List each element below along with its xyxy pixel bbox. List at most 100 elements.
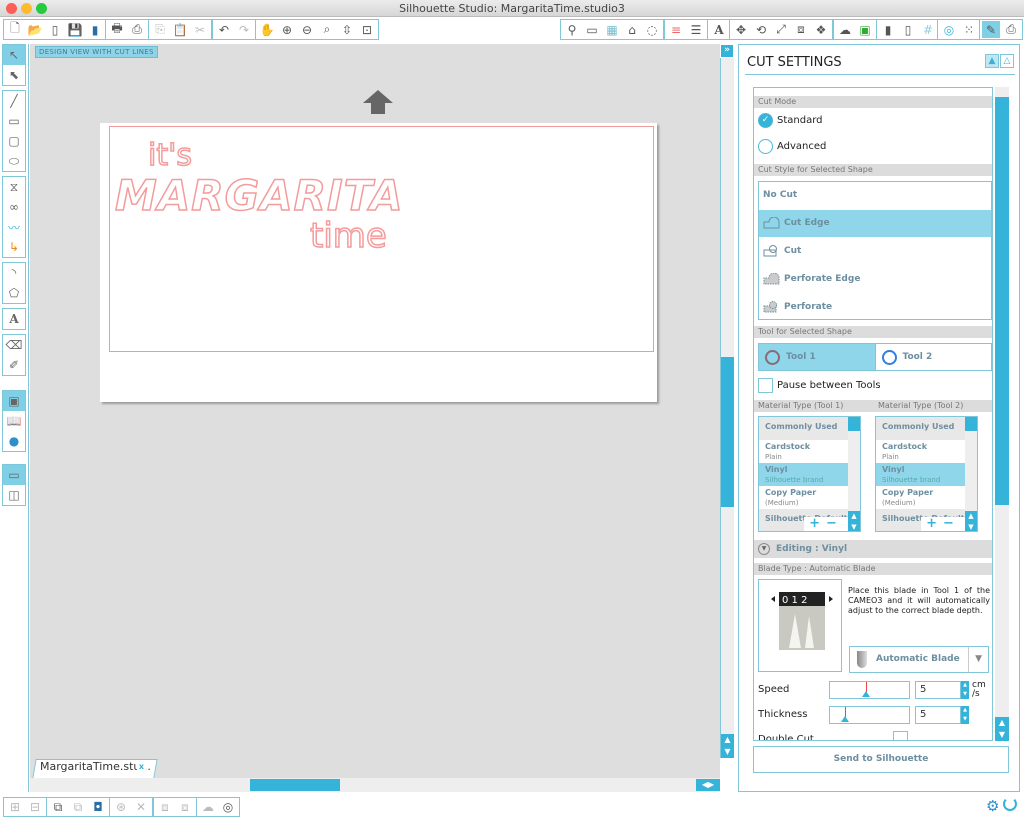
line-weight-icon[interactable]: ☰ xyxy=(687,21,705,38)
cutting-mat-page[interactable]: it's MARGARITA time xyxy=(100,123,657,402)
offset-shape-icon[interactable]: ☁ xyxy=(199,799,217,816)
ungroup-icon[interactable]: ⊟ xyxy=(26,799,44,816)
cut-style-no-cut[interactable]: No Cut xyxy=(759,182,991,209)
panel-scrollbar[interactable]: ▲ ▼ xyxy=(995,87,1009,741)
editing-section-header[interactable]: ▼ Editing : Vinyl xyxy=(754,540,992,558)
cut-style-perforate-edge[interactable]: Perforate Edge xyxy=(759,266,991,293)
modify-icon[interactable]: ▮ xyxy=(879,21,897,38)
material-scroll-arrows-icon[interactable]: ▲ ▼ xyxy=(848,511,860,531)
send-to-cutter-icon[interactable]: ⎙ xyxy=(128,21,146,38)
material-cardstock[interactable]: Cardstock Plain xyxy=(876,440,977,463)
add-material-icon[interactable]: + xyxy=(809,516,826,531)
gear-icon[interactable]: ⚙ xyxy=(986,797,999,815)
text-style-icon[interactable]: A xyxy=(710,21,728,38)
delete-icon[interactable]: ✕ xyxy=(132,799,150,816)
freehand-tool-icon[interactable]: 〰 xyxy=(3,217,25,237)
offset-icon[interactable]: ☁ xyxy=(836,21,854,38)
select-tool-icon[interactable]: ↖ xyxy=(3,45,25,65)
canvas-vertical-scrollbar[interactable]: ▲ ▼ xyxy=(720,58,734,758)
canvas-hscroll-thumb[interactable] xyxy=(250,779,340,791)
scroll-down-icon[interactable]: ▼ xyxy=(721,746,734,758)
smooth-freehand-tool-icon[interactable]: ↳ xyxy=(3,237,25,257)
page-settings-icon[interactable]: ▭ xyxy=(583,21,601,38)
design-view-icon[interactable]: ▣ xyxy=(3,391,25,411)
document-tab-label[interactable]: MargaritaTime.stu... xyxy=(40,760,151,773)
transform-icon[interactable]: ✥ xyxy=(732,21,750,38)
make-compound-path-icon[interactable]: ⧉ xyxy=(49,799,67,816)
scroll-left-right-icon[interactable]: ◀▶ xyxy=(696,779,720,791)
zoom-in-icon[interactable]: ⊕ xyxy=(278,21,296,38)
zoom-out-icon[interactable]: ⊖ xyxy=(298,21,316,38)
remove-material-icon[interactable]: − xyxy=(826,516,843,531)
panel-scroll-up-icon[interactable]: ▲ xyxy=(995,717,1009,729)
tool-1-button[interactable]: Tool 1 xyxy=(759,344,876,370)
canvas-horizontal-scrollbar[interactable]: ◀▶ xyxy=(30,778,720,792)
cut-mode-standard-radio[interactable]: ✓ xyxy=(758,113,773,128)
design-text-margarita[interactable]: MARGARITA xyxy=(114,170,403,221)
bring-forward-icon[interactable]: ⧈ xyxy=(176,799,194,816)
thickness-slider[interactable] xyxy=(829,706,910,724)
send-backward-icon[interactable]: ⧈ xyxy=(156,799,174,816)
save-to-library-icon[interactable]: ▮ xyxy=(86,21,104,38)
trace-icon[interactable]: ▣ xyxy=(856,21,874,38)
scroll-up-icon[interactable]: ▲ xyxy=(721,734,734,746)
thickness-stepper-icon[interactable]: ▲ ▼ xyxy=(961,706,969,724)
rounded-rectangle-tool-icon[interactable]: ▢ xyxy=(3,131,25,151)
text-tool-icon[interactable]: A xyxy=(3,309,25,329)
design-text-time[interactable]: time xyxy=(309,215,387,257)
rotate-icon[interactable]: ⟲ xyxy=(752,21,770,38)
knife-tool-icon[interactable]: ✐ xyxy=(3,355,25,375)
pause-between-tools-label[interactable]: Pause between Tools xyxy=(777,380,881,391)
eraser-tool-icon[interactable]: ⌫ xyxy=(3,335,25,355)
ellipse-tool-icon[interactable]: ⬭ xyxy=(3,151,25,171)
material-scroll-thumb[interactable] xyxy=(965,417,977,431)
line-color-icon[interactable]: ◌ xyxy=(643,21,661,38)
refresh-icon[interactable] xyxy=(1003,797,1017,811)
cut-mode-standard-label[interactable]: Standard xyxy=(777,115,823,126)
speed-stepper-icon[interactable]: ▲ ▼ xyxy=(961,681,969,699)
design-text-group[interactable]: it's MARGARITA time xyxy=(110,133,410,283)
undo-icon[interactable]: ↶ xyxy=(215,21,233,38)
zoom-drag-icon[interactable]: ⇳ xyxy=(338,21,356,38)
arc-tool-icon[interactable]: ◝ xyxy=(3,263,25,283)
material-list-tool2[interactable]: Commonly Used Cardstock Plain Vinyl Silhou… xyxy=(875,416,978,532)
open-template-icon[interactable]: ▯ xyxy=(46,21,64,38)
speed-slider-handle[interactable] xyxy=(862,691,870,697)
fit-to-page-icon[interactable]: ⊡ xyxy=(358,21,376,38)
fill-color-icon[interactable]: ⚲ xyxy=(563,21,581,38)
material-add-remove[interactable]: +− xyxy=(804,517,848,531)
grid-icon[interactable]: ▦ xyxy=(603,21,621,38)
edit-points-icon[interactable]: ⬉ xyxy=(3,65,25,85)
material-copy-paper[interactable]: Copy Paper (Medium) xyxy=(876,486,977,509)
registration-marks-icon[interactable]: ⌂ xyxy=(623,21,641,38)
trace-spiral-icon[interactable]: ◎ xyxy=(940,21,958,38)
cut-icon[interactable]: ✂ xyxy=(191,21,209,38)
collapse-chevron-icon[interactable]: ▼ xyxy=(758,543,770,555)
double-cut-checkbox[interactable] xyxy=(893,731,908,740)
material-list-tool1[interactable]: Commonly Used Cardstock Plain Vinyl Silhou… xyxy=(758,416,861,532)
design-text-its[interactable]: it's xyxy=(147,137,192,174)
save-icon[interactable]: 💾 xyxy=(66,21,84,38)
knife-icon[interactable]: ▯ xyxy=(899,21,917,38)
print-icon[interactable]: 🖶 xyxy=(108,21,126,38)
open-folder-icon[interactable]: 📂 xyxy=(26,21,44,38)
concentric-icon[interactable]: ◎ xyxy=(219,799,237,816)
panel-undock-icon[interactable]: △ xyxy=(1000,54,1014,68)
speed-slider[interactable] xyxy=(829,681,910,699)
material-vinyl[interactable]: Vinyl Silhouette brand xyxy=(876,463,977,486)
cut-style-cut-edge[interactable]: Cut Edge xyxy=(759,210,991,237)
bring-to-front-icon[interactable]: ◘ xyxy=(89,799,107,816)
send-icon[interactable]: ⎙ xyxy=(1002,21,1020,38)
close-window-button[interactable] xyxy=(6,3,17,14)
release-compound-path-icon[interactable]: ⧉ xyxy=(69,799,87,816)
line-style-icon[interactable]: ≡ xyxy=(667,21,685,38)
rectangle-tool-icon[interactable]: ▭ xyxy=(3,111,25,131)
new-document-icon[interactable]: 🗋 xyxy=(6,21,24,38)
cut-mode-advanced-label[interactable]: Advanced xyxy=(777,141,826,152)
polygon-tool-icon[interactable]: ⧖ xyxy=(3,177,25,197)
replicate-icon[interactable]: ❖ xyxy=(812,21,830,38)
curve-tool-icon[interactable]: ∞ xyxy=(3,197,25,217)
pan-hand-icon[interactable]: ✋ xyxy=(258,21,276,38)
single-view-icon[interactable]: ▭ xyxy=(3,465,25,485)
send-to-silhouette-button[interactable]: Send to Silhouette xyxy=(753,746,1009,773)
